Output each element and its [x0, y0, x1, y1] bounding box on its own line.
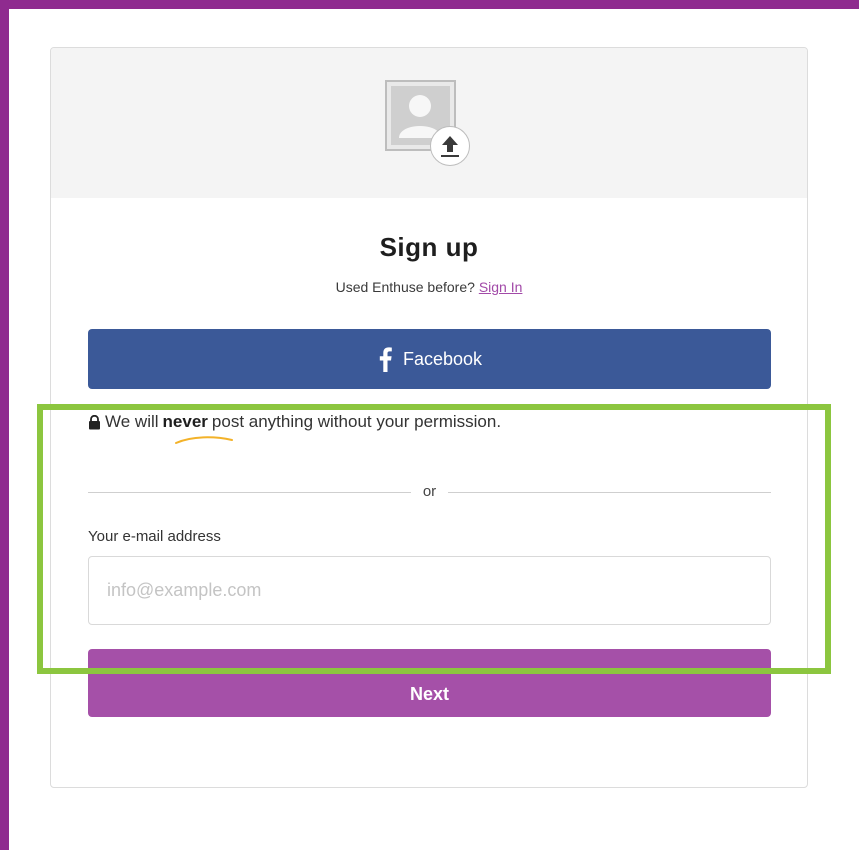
window-frame-top	[0, 0, 859, 9]
or-divider: or	[88, 483, 771, 503]
underline-swoosh	[175, 436, 233, 444]
facebook-icon	[379, 347, 392, 372]
email-label: Your e-mail address	[88, 528, 221, 545]
window-frame-left	[0, 0, 9, 850]
upload-arrow-icon	[430, 126, 470, 166]
permission-emphasis: never	[162, 412, 208, 431]
permission-notice: We will never post anything without your…	[88, 412, 501, 432]
divider-line-right	[448, 492, 771, 493]
card-header	[51, 48, 807, 198]
sign-in-prompt: Used Enthuse before? Sign In	[51, 279, 807, 295]
facebook-button-label: Facebook	[402, 348, 483, 369]
page-title: Sign up	[379, 232, 479, 262]
signup-card: Sign up Used Enthuse before? Sign In Fac…	[50, 47, 808, 788]
sign-in-link[interactable]: Sign In	[479, 279, 523, 295]
lock-icon	[89, 414, 100, 429]
avatar-upload[interactable]	[385, 80, 475, 170]
facebook-button[interactable]: Facebook	[88, 329, 771, 389]
next-button[interactable]: Next	[88, 649, 771, 717]
email-field[interactable]	[88, 556, 771, 625]
sign-in-prompt-text: Used Enthuse before?	[335, 279, 475, 295]
permission-text-before: We will	[105, 412, 159, 431]
permission-text-after: post anything without your permission.	[211, 412, 502, 431]
